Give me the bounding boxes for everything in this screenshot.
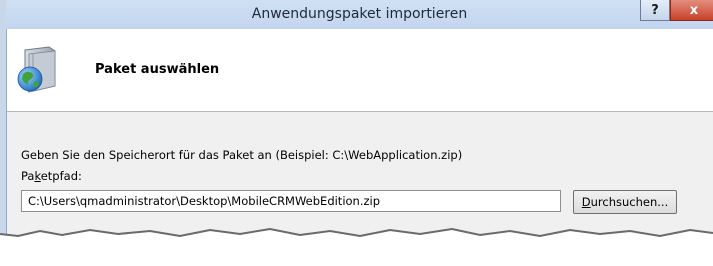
label-text-start: Pa (21, 169, 35, 183)
import-package-dialog: Anwendungspaket importieren ? x Paket au… (0, 0, 713, 266)
package-path-input[interactable] (21, 190, 561, 212)
browse-label: urchsuchen... (590, 195, 669, 209)
package-globe-icon (17, 46, 56, 93)
close-button[interactable]: x (670, 0, 713, 21)
label-text-end: etpfad: (40, 169, 82, 183)
torn-edge (0, 227, 713, 266)
browse-button[interactable]: Durchsuchen... (573, 190, 677, 214)
page-title: Paket auswählen (95, 62, 220, 77)
description-text: Geben Sie den Speicherort für das Paket … (21, 148, 463, 162)
close-icon: x (689, 2, 699, 18)
title-bar[interactable]: Anwendungspaket importieren ? x (6, 0, 713, 29)
package-path-label: Paketpfad: (21, 169, 82, 183)
wizard-header: Paket auswählen (7, 29, 713, 112)
window-title: Anwendungspaket importieren (251, 6, 468, 22)
browse-mnemonic: D (581, 195, 591, 209)
help-button[interactable]: ? (640, 0, 670, 21)
help-icon: ? (651, 2, 659, 18)
